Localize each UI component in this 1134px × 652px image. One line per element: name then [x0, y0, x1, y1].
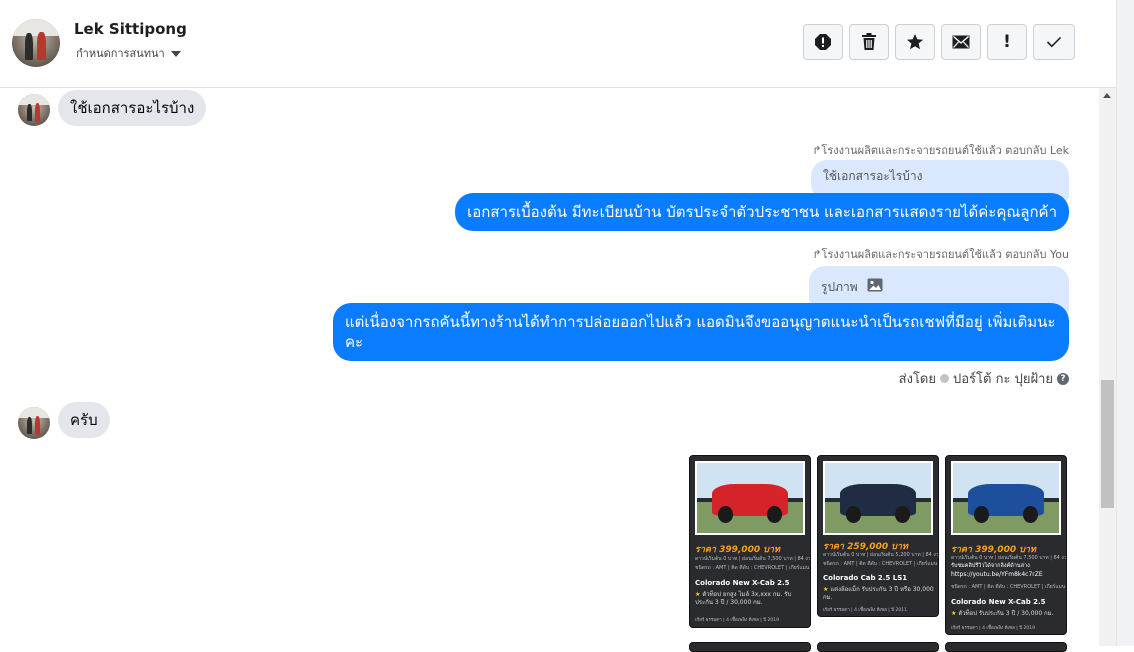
caret-down-icon	[170, 50, 181, 57]
car-description: ★ แต่งล้อแม็ก รับประกัน 3 ปี หรือ 30,000…	[823, 586, 934, 601]
mail-icon	[952, 35, 970, 49]
car-model: Colorado New X-Cab 2.5	[951, 598, 1046, 606]
sent-by-info: ส่งโดย ปอร์โต้ กะ ปุยฝ้าย ?	[899, 368, 1069, 389]
star-icon	[907, 34, 923, 50]
reply-quote-label: รูปภาพ	[821, 280, 858, 294]
car-spec: ชนิดรถ : AMT | ติด ตีดับ : CHEVROLET | เ…	[823, 561, 938, 567]
mark-done-button[interactable]	[1033, 24, 1075, 60]
car-footer: เกียร์ ธรรมดา | 4 เชื้อเพลิง ดีเซล | ปี …	[823, 608, 907, 613]
car-footer: เกียร์ ธรรมดา | 4 เชื้อเพลิง ดีเซล | ปี …	[951, 626, 1035, 631]
car-spec: ชนิดรถ : AMT | ติด ตีดับ : CHEVROLET | เ…	[951, 584, 1066, 590]
sent-by-label: ส่งโดย	[898, 372, 936, 387]
outgoing-message[interactable]: เอกสารเบื้องต้น มีทะเบียนบ้าน บัตรประจำต…	[455, 193, 1069, 231]
conversation-status-dropdown[interactable]: กำหนดการสนทนา	[76, 44, 181, 62]
scrollbar[interactable]	[1099, 88, 1116, 646]
exclamation-icon: !	[1003, 32, 1011, 52]
help-icon[interactable]: ?	[1057, 372, 1069, 385]
star-button[interactable]	[895, 24, 935, 60]
car-footer: เกียร์ ธรรมดา | 4 เชื้อเพลิง ดีเซล | ปี …	[695, 618, 779, 623]
star-icon: ★	[951, 610, 957, 617]
agent-status-icon	[940, 374, 949, 383]
car-photo	[695, 461, 805, 535]
sent-by-agent[interactable]: ปอร์โต้ กะ ปุยฝ้าย	[953, 368, 1053, 389]
contact-name[interactable]: Lek Sittipong	[74, 20, 187, 38]
mark-important-button[interactable]: !	[987, 24, 1027, 60]
report-icon	[815, 34, 831, 50]
right-edge-panel	[1116, 0, 1134, 646]
finance-info: ดาวน์เริ่มต้น 0 บาท | ผ่อนเริ่มต้น 5,200…	[823, 552, 939, 558]
car-listing-card[interactable]: ราคา 259,000 บาท ดาวน์เริ่มต้น 0 บาท | ผ…	[817, 455, 939, 617]
car-listing-card[interactable]	[945, 642, 1067, 652]
car-photo	[823, 461, 933, 535]
avatar[interactable]	[18, 94, 50, 126]
conversation-header: Lek Sittipong กำหนดการสนทนา !	[0, 0, 1116, 88]
image-icon	[867, 278, 883, 292]
incoming-message[interactable]: ใช้เอกสารอะไรบ้าง	[58, 90, 207, 126]
reply-note: ↱โรงงานผลิตและกระจายรถยนต์ใช้แล้ว ตอบกลั…	[812, 144, 1069, 157]
review-note: รับชมคลิปรีวิวได้จากลิงค์ด้านล่าง	[951, 563, 1030, 569]
mail-button[interactable]	[941, 24, 981, 60]
trash-icon	[862, 33, 876, 50]
car-model: Colorado New X-Cab 2.5	[695, 579, 790, 587]
car-listing-card[interactable]: ราคา 399,000 บาท ดาวน์เริ่มต้น 0 บาท | ผ…	[945, 455, 1067, 635]
car-listing-card[interactable]	[817, 642, 939, 652]
check-icon	[1046, 36, 1062, 48]
conversation-status-label: กำหนดการสนทนา	[76, 47, 165, 60]
star-icon: ★	[823, 586, 829, 593]
video-link[interactable]: https://youtu.be/YFm8k4c7rZE	[951, 571, 1043, 578]
delete-button[interactable]	[849, 24, 889, 60]
avatar[interactable]	[18, 407, 50, 439]
car-price: ราคา 399,000 บาท	[695, 545, 780, 555]
car-description: ★ ตัวท็อป ยกสูง ไมล์ 3x,xxx กม. รับประกั…	[695, 591, 792, 606]
car-photo	[951, 461, 1061, 535]
car-listing-card[interactable]: ราคา 399,000 บาท ดาวน์เริ่มต้น 0 บาท | ผ…	[689, 455, 811, 628]
incoming-message[interactable]: ครับ	[58, 402, 110, 438]
reply-note: ↱โรงงานผลิตและกระจายรถยนต์ใช้แล้ว ตอบกลั…	[812, 248, 1069, 261]
outgoing-message[interactable]: แต่เนื่องจากรถคันนี้ทางร้านได้ทำการปล่อย…	[333, 303, 1069, 361]
finance-info: ดาวน์เริ่มต้น 0 บาท | ผ่อนเริ่มต้น 7,500…	[951, 555, 1067, 561]
car-spec: ชนิดรถ : AMT | ติด ตีดับ : CHEVROLET | เ…	[695, 565, 810, 571]
car-listing-card[interactable]	[689, 642, 811, 652]
car-model: Colorado Cab 2.5 LS1	[823, 574, 908, 582]
car-description: ★ ตัวท็อป รับประกัน 3 ปี / 30,000 กม.	[951, 610, 1054, 617]
scroll-up-arrow-icon[interactable]	[1103, 93, 1111, 98]
star-icon: ★	[695, 591, 701, 598]
report-button[interactable]	[803, 24, 843, 60]
avatar[interactable]	[12, 19, 60, 67]
toolbar: !	[803, 24, 1075, 60]
scroll-thumb[interactable]	[1101, 380, 1114, 508]
finance-info: ดาวน์เริ่มต้น 0 บาท | ผ่อนเริ่มต้น 7,500…	[695, 556, 811, 562]
